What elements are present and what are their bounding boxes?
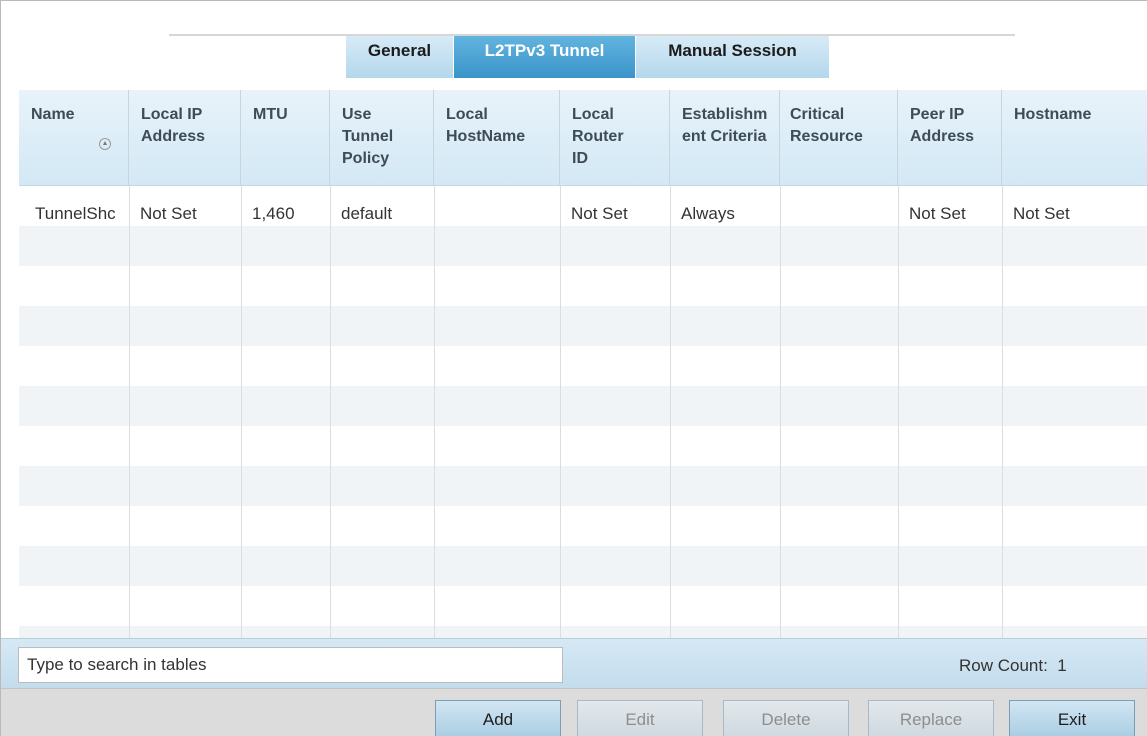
tab-l2tpv3-tunnel[interactable]: L2TPv3 Tunnel — [454, 36, 636, 78]
column-label: Local IP Address — [141, 106, 206, 145]
tab-bar: General L2TPv3 Tunnel Manual Session — [1, 1, 1147, 89]
table-row-empty — [19, 386, 1147, 426]
column-divider — [670, 186, 671, 638]
column-label: Critical Resource — [790, 106, 863, 145]
column-header-tunnel-policy[interactable]: Use Tunnel Policy — [330, 90, 434, 186]
table-row-empty — [19, 466, 1147, 506]
table-row-empty — [19, 426, 1147, 466]
add-button[interactable]: Add — [435, 700, 561, 736]
cell-mtu: 1,460 — [252, 204, 295, 223]
delete-button[interactable]: Delete — [723, 700, 849, 736]
column-header-mtu[interactable]: MTU — [241, 90, 330, 186]
cell-local-ip: Not Set — [140, 204, 197, 223]
table-body: TunnelShc Not Set 1,460 default Not Set … — [19, 186, 1147, 638]
column-header-router-id[interactable]: Local Router ID — [560, 90, 670, 186]
column-label: Local Router ID — [572, 106, 624, 167]
column-header-local-hostname[interactable]: Local HostName — [434, 90, 560, 186]
table-row-empty — [19, 346, 1147, 386]
exit-button[interactable]: Exit — [1009, 700, 1135, 736]
tab-manual-session[interactable]: Manual Session — [636, 36, 830, 78]
column-label: Local HostName — [446, 106, 526, 145]
table-row-empty — [19, 226, 1147, 266]
table-row-empty — [19, 266, 1147, 306]
column-divider — [330, 186, 331, 638]
column-header-critical-resource[interactable]: Critical Resource — [780, 90, 898, 186]
table-row-empty — [19, 546, 1147, 586]
cell-name: TunnelShc — [35, 204, 116, 223]
tunnel-table: Name Local IP Address MTU Use Tunnel Pol… — [19, 90, 1147, 638]
column-label: MTU — [253, 106, 288, 123]
column-label: Peer IP Address — [910, 106, 975, 145]
column-header-local-ip[interactable]: Local IP Address — [129, 90, 241, 186]
column-label: Use Tunnel Policy — [342, 106, 394, 167]
cell-router-id: Not Set — [571, 204, 628, 223]
table-row-empty — [19, 306, 1147, 346]
column-divider — [898, 186, 899, 638]
column-divider — [434, 186, 435, 638]
column-header-criteria[interactable]: Establishment Criteria — [670, 90, 780, 186]
edit-button[interactable]: Edit — [577, 700, 703, 736]
table-footer: Type to search in tables Row Count: 1 — [1, 638, 1147, 688]
cell-peer-ip: Not Set — [909, 204, 966, 223]
tab-general[interactable]: General — [346, 36, 454, 78]
column-divider — [1002, 186, 1003, 638]
cell-critical-resource — [791, 204, 895, 226]
column-label: Name — [31, 106, 75, 123]
row-count: Row Count: 1 — [959, 656, 1067, 676]
column-label: Establishment Criteria — [682, 106, 768, 145]
cell-local-hostname — [445, 204, 557, 226]
table-search-input[interactable]: Type to search in tables — [18, 647, 563, 683]
table-header: Name Local IP Address MTU Use Tunnel Pol… — [19, 90, 1147, 186]
replace-button[interactable]: Replace — [868, 700, 994, 736]
table-row-empty — [19, 586, 1147, 626]
cell-hostname: Not Set — [1013, 204, 1070, 223]
cell-criteria: Always — [681, 204, 735, 223]
row-count-value: 1 — [1057, 656, 1067, 675]
column-header-peer-ip[interactable]: Peer IP Address — [898, 90, 1002, 186]
column-divider — [129, 186, 130, 638]
action-bar: Add Edit Delete Replace Exit — [1, 688, 1147, 736]
sort-icon[interactable] — [99, 138, 111, 150]
column-header-hostname[interactable]: Hostname — [1002, 90, 1147, 186]
column-header-name[interactable]: Name — [19, 90, 129, 186]
column-divider — [560, 186, 561, 638]
row-count-label: Row Count: — [959, 656, 1048, 675]
column-divider — [241, 186, 242, 638]
table-row-empty — [19, 626, 1147, 638]
dialog-frame: General L2TPv3 Tunnel Manual Session Nam… — [0, 0, 1147, 736]
cell-tunnel-policy: default — [341, 204, 393, 223]
table-row-empty — [19, 506, 1147, 546]
column-divider — [780, 186, 781, 638]
column-label: Hostname — [1014, 106, 1092, 123]
